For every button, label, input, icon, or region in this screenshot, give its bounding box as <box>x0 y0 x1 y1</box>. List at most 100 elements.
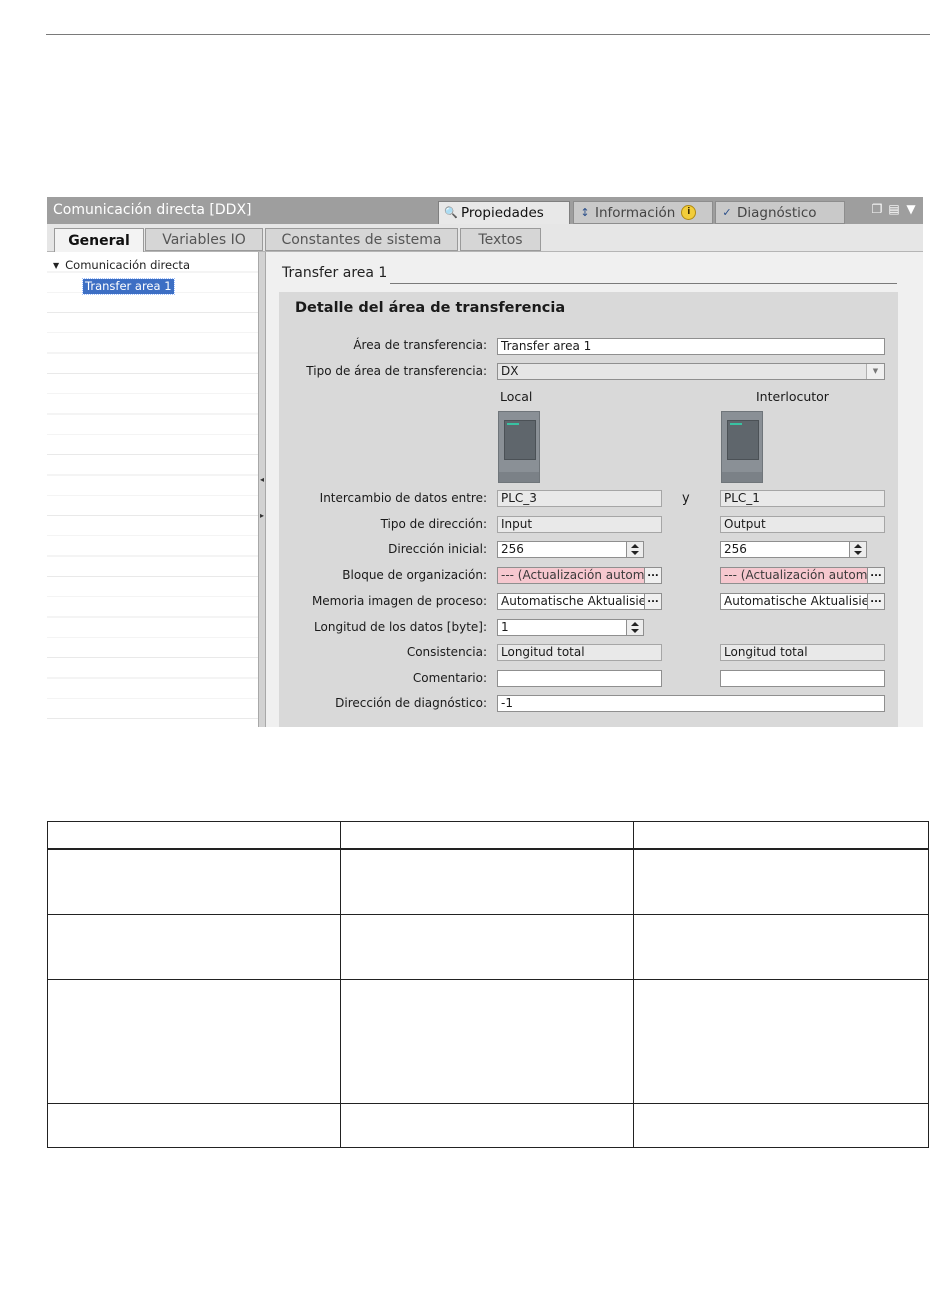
consistency-local-field: Longitud total <box>497 644 662 661</box>
tree-node-transfer-area[interactable]: Transfer area 1 <box>82 278 175 295</box>
comment-label: Comentario: <box>412 671 487 685</box>
exchange-partner-field: PLC_1 <box>720 490 885 507</box>
tab-system-constants[interactable]: Constantes de sistema <box>265 228 458 251</box>
area-type-label: Tipo de área de transferencia: <box>306 364 487 378</box>
address-type-label: Tipo de dirección: <box>380 517 487 531</box>
table-cell <box>633 848 929 915</box>
tab-io-tags[interactable]: Variables IO <box>145 228 263 251</box>
spinner-icon[interactable] <box>849 542 866 557</box>
data-length-stepper[interactable]: 1 <box>497 619 644 636</box>
ob-partner-value: --- (Actualización automá <box>724 568 875 582</box>
exchange-local-field: PLC_3 <box>497 490 662 507</box>
area-label: Área de transferencia: <box>353 338 487 352</box>
restore-icon[interactable]: ❐ <box>871 203 883 215</box>
consistency-partner-field: Longitud total <box>720 644 885 661</box>
ob-partner-field[interactable]: --- (Actualización automá ... <box>720 567 885 584</box>
plc-base <box>722 472 762 482</box>
start-address-local-stepper[interactable]: 256 <box>497 541 644 558</box>
expand-arrow-icon[interactable]: ▼ <box>53 261 59 270</box>
process-image-partner-field[interactable]: Automatische Aktualisieri ... <box>720 593 885 610</box>
process-image-label: Memoria imagen de proceso: <box>311 594 487 608</box>
table-header-row <box>47 821 929 850</box>
plc-partner-image <box>721 411 763 483</box>
exchange-and-text: y <box>682 491 690 506</box>
table-cell <box>633 913 929 980</box>
plc-led <box>507 423 519 425</box>
comment-local-input[interactable] <box>497 670 662 687</box>
start-address-local-value: 256 <box>501 542 524 556</box>
expand-right-icon[interactable]: ▸ <box>259 510 265 522</box>
window-controls: ❐ ▤ ▼ <box>871 203 917 215</box>
area-type-select[interactable]: DX ▼ <box>497 363 885 380</box>
exchange-label: Intercambio de datos entre: <box>319 491 487 505</box>
data-length-label: Longitud de los datos [byte]: <box>314 620 487 634</box>
collapse-left-icon[interactable]: ◂ <box>259 474 265 486</box>
table-header-cell <box>47 821 341 850</box>
table-cell <box>340 1102 634 1148</box>
tab-properties[interactable]: 🔍 Propiedades <box>438 201 570 224</box>
table-row <box>47 913 929 980</box>
plc-display <box>504 420 536 460</box>
table-row <box>47 848 929 915</box>
tab-properties-label: Propiedades <box>461 205 544 221</box>
table-cell <box>47 848 341 915</box>
properties-icon: 🔍 <box>444 206 458 219</box>
local-header: Local <box>500 389 533 404</box>
start-address-partner-value: 256 <box>724 542 747 556</box>
table-cell <box>633 978 929 1104</box>
consistency-label: Consistencia: <box>406 645 487 659</box>
browse-icon[interactable]: ... <box>644 568 661 583</box>
info-icon: ↕ <box>580 205 590 219</box>
plc-base <box>499 472 539 482</box>
table-row <box>47 1102 929 1148</box>
pane-splitter[interactable]: ◂ ▸ <box>258 252 266 727</box>
transfer-area-detail-panel: Detalle del área de transferencia Área d… <box>279 292 898 727</box>
tab-diagnostics[interactable]: ✓ Diagnóstico <box>715 201 845 224</box>
navigation-tree: ▼ Comunicación directa Transfer area 1 <box>47 252 258 727</box>
diagnostic-address-label: Dirección de diagnóstico: <box>335 696 487 710</box>
browse-icon[interactable]: ... <box>867 568 884 583</box>
table-cell <box>340 848 634 915</box>
chevron-down-icon[interactable]: ▼ <box>866 364 884 379</box>
browse-icon[interactable]: ... <box>644 594 661 609</box>
properties-content: Transfer area 1 Detalle del área de tran… <box>266 252 923 727</box>
panel-title: Detalle del área de transferencia <box>295 300 566 316</box>
start-address-partner-stepper[interactable]: 256 <box>720 541 867 558</box>
comment-partner-input[interactable] <box>720 670 885 687</box>
partner-header: Interlocutor <box>756 389 829 404</box>
section-title: Transfer area 1 <box>282 265 388 281</box>
top-rule <box>46 34 930 35</box>
spinner-icon[interactable] <box>626 620 643 635</box>
browse-icon[interactable]: ... <box>867 594 884 609</box>
tab-information-label: Información <box>595 204 676 221</box>
table-header-cell <box>340 821 634 850</box>
diagnostics-icon: ✓ <box>722 205 732 219</box>
plc-local-image <box>498 411 540 483</box>
tab-general[interactable]: General <box>54 228 144 252</box>
table-cell <box>47 1102 341 1148</box>
tree-node-direct-communication[interactable]: ▼ Comunicación directa <box>53 258 190 272</box>
table-cell <box>47 978 341 1104</box>
maximize-icon[interactable]: ▤ <box>888 203 900 215</box>
table-row <box>47 978 929 1104</box>
area-type-value: DX <box>501 364 519 378</box>
ob-local-value: --- (Actualización automá <box>501 568 652 582</box>
table-cell <box>340 913 634 980</box>
ob-label: Bloque de organización: <box>342 568 487 582</box>
window-title: Comunicación directa [DDX] <box>53 202 252 218</box>
area-name-input[interactable]: Transfer area 1 <box>497 338 885 355</box>
ob-local-field[interactable]: --- (Actualización automá ... <box>497 567 662 584</box>
tab-diagnostics-label: Diagnóstico <box>737 204 817 221</box>
process-image-local-field[interactable]: Automatische Aktualisieri ... <box>497 593 662 610</box>
property-tab-row: General Variables IO Constantes de siste… <box>47 224 923 252</box>
table-cell <box>47 913 341 980</box>
address-type-partner-field: Output <box>720 516 885 533</box>
tab-information[interactable]: ↕ Información i <box>573 201 713 224</box>
tab-texts[interactable]: Textos <box>460 228 541 251</box>
document-table <box>47 821 929 1148</box>
spinner-icon[interactable] <box>626 542 643 557</box>
diagnostic-address-input[interactable]: -1 <box>497 695 885 712</box>
menu-arrow-icon[interactable]: ▼ <box>905 203 917 215</box>
window-titlebar: Comunicación directa [DDX] 🔍 Propiedades… <box>47 197 923 224</box>
address-type-local-field: Input <box>497 516 662 533</box>
